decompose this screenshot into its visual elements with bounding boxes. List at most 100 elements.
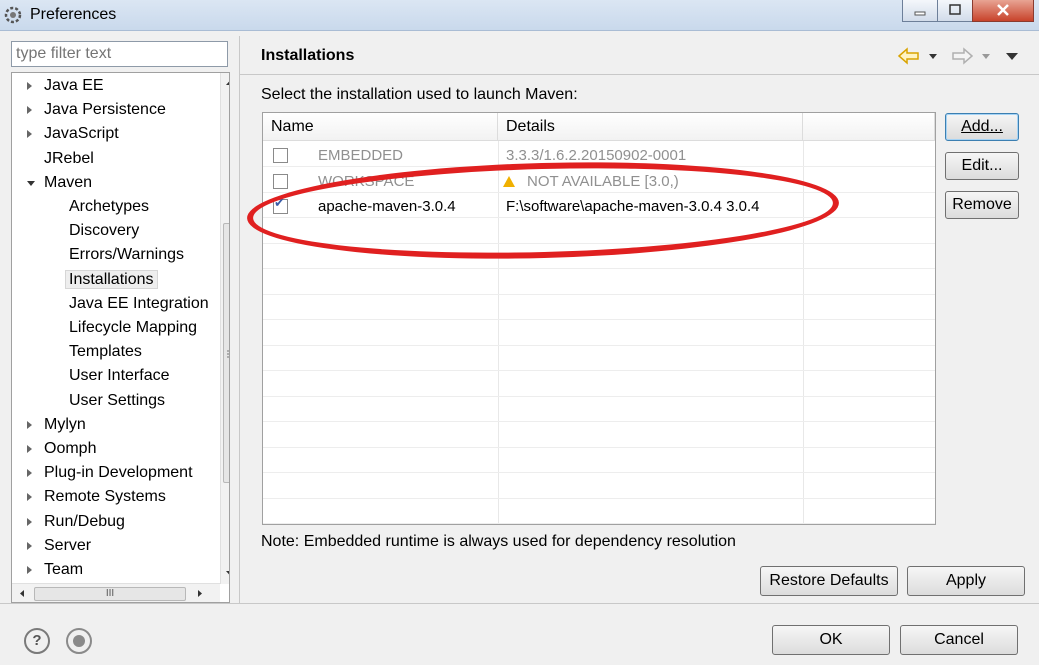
tree-vertical-scrollbar[interactable] <box>220 73 230 584</box>
tree-item-label: Java Persistence <box>44 101 166 119</box>
tree-item[interactable]: Maven <box>27 172 92 194</box>
remove-label: Remove <box>952 196 1012 213</box>
tree-horizontal-scrollbar[interactable]: III <box>12 583 220 602</box>
collapsed-arrow-icon[interactable] <box>27 493 32 502</box>
restore-defaults-label: Restore Defaults <box>769 572 889 589</box>
maximize-button[interactable] <box>937 0 973 22</box>
tree-item[interactable]: Run/Debug <box>27 511 125 533</box>
tree-item[interactable]: Java EE <box>27 75 104 97</box>
tree-item[interactable]: Archetypes <box>69 196 149 218</box>
page-title: Installations <box>261 47 355 64</box>
table-row[interactable]: WORKSPACE NOT AVAILABLE [3.0,) <box>263 169 935 194</box>
scroll-left-icon[interactable] <box>14 585 30 602</box>
collapsed-arrow-icon[interactable] <box>27 469 32 478</box>
tree-item[interactable]: Remote Systems <box>27 486 166 508</box>
collapsed-arrow-icon[interactable] <box>27 420 32 429</box>
back-arrow-icon[interactable] <box>897 46 921 66</box>
forward-arrow-icon[interactable] <box>950 46 974 66</box>
tree-vscroll-thumb[interactable] <box>223 223 229 483</box>
record-icon[interactable] <box>66 628 92 654</box>
tree-item[interactable]: Oomph <box>27 438 97 460</box>
expanded-arrow-icon[interactable] <box>27 180 35 186</box>
minimize-button[interactable] <box>902 0 938 22</box>
installation-checkbox[interactable] <box>273 173 288 189</box>
filter-input[interactable] <box>11 41 228 67</box>
tree-item-label: Templates <box>69 343 142 361</box>
installation-name: apache-maven-3.0.4 <box>318 198 456 215</box>
tree-hscroll-thumb[interactable]: III <box>34 587 186 601</box>
add-button[interactable]: Add... <box>945 113 1019 141</box>
forward-dropdown-icon[interactable] <box>980 46 992 66</box>
pane-divider[interactable] <box>239 36 240 603</box>
collapsed-arrow-icon[interactable] <box>27 106 32 115</box>
tree-item-label: Oomph <box>44 440 97 457</box>
ok-button[interactable]: OK <box>772 625 890 655</box>
installation-checkbox[interactable] <box>273 148 288 163</box>
row-gridline <box>263 395 935 397</box>
table-row[interactable]: EMBEDDED 3.3.3/1.6.2.20150902-0001 <box>263 143 935 168</box>
row-gridline <box>263 446 935 448</box>
row-gridline <box>263 344 935 346</box>
window-title: Preferences <box>30 6 117 23</box>
tree-item-label: Java EE <box>44 77 104 94</box>
help-icon[interactable]: ? <box>24 628 50 654</box>
collapsed-arrow-icon[interactable] <box>27 541 32 550</box>
tree-item-label: Installations <box>65 269 158 289</box>
installation-details: F:\software\apache-maven-3.0.4 3.0.4 <box>506 194 759 219</box>
column-header-details[interactable]: Details <box>498 113 803 141</box>
restore-defaults-button[interactable]: Restore Defaults <box>760 566 898 596</box>
tree-item-label: Java EE Integration <box>69 294 209 312</box>
minimize-icon <box>914 11 926 16</box>
scroll-up-icon[interactable] <box>221 75 230 91</box>
tree-item[interactable]: JavaScript <box>27 123 119 145</box>
tree-item[interactable]: Lifecycle Mapping <box>69 317 197 339</box>
tree-item[interactable]: Server <box>27 535 91 557</box>
tree-item[interactable]: Team <box>27 559 83 581</box>
table-row[interactable]: apache-maven-3.0.4 F:\software\apache-mav… <box>263 194 935 219</box>
add-label: Add... <box>961 118 1003 135</box>
back-dropdown-icon[interactable] <box>927 46 939 66</box>
column-header-filler <box>803 113 935 141</box>
installations-table: Name Details EMBEDDED 3.3.3/1.6.2.2015090… <box>262 112 936 525</box>
row-gridline <box>263 497 935 499</box>
tree-item[interactable]: Installations <box>65 269 158 291</box>
row-gridline <box>263 523 935 524</box>
warning-icon <box>503 175 515 187</box>
edit-button[interactable]: Edit... <box>945 152 1019 180</box>
embedded-note: Note: Embedded runtime is always used fo… <box>261 533 736 550</box>
row-gridline <box>263 472 935 473</box>
tree-item[interactable]: Plug-in Development <box>27 462 193 484</box>
grip-icon <box>227 350 229 358</box>
cancel-button[interactable]: Cancel <box>900 625 1018 655</box>
collapsed-arrow-icon[interactable] <box>27 82 32 90</box>
row-gridline <box>263 268 935 269</box>
collapsed-arrow-icon[interactable] <box>27 445 32 453</box>
ok-label: OK <box>819 631 843 648</box>
tree-item-label: Run/Debug <box>44 512 125 530</box>
close-window-button[interactable] <box>972 0 1034 22</box>
tree-item[interactable]: User Settings <box>69 390 165 412</box>
remove-button[interactable]: Remove <box>945 191 1019 219</box>
tree-item[interactable]: Java Persistence <box>27 99 166 121</box>
collapsed-arrow-icon[interactable] <box>27 517 32 526</box>
tree-item[interactable]: Discovery <box>69 220 139 242</box>
collapsed-arrow-icon[interactable] <box>27 130 32 139</box>
scroll-right-icon[interactable] <box>192 585 208 602</box>
tree-item[interactable]: Mylyn <box>27 414 86 436</box>
eclipse-app-icon <box>4 6 22 24</box>
collapsed-arrow-icon[interactable] <box>27 566 32 574</box>
installation-name: EMBEDDED <box>318 147 404 164</box>
close-icon <box>997 4 1009 16</box>
tree-item[interactable]: Java EE Integration <box>69 293 209 315</box>
column-header-name[interactable]: Name <box>263 113 498 141</box>
tree-item[interactable]: User Interface <box>69 365 169 387</box>
preference-tree: Java EE Java Persistence JavaScript JRebel M… <box>11 72 230 603</box>
tree-item[interactable]: JRebel <box>44 148 94 170</box>
installation-details-text: NOT AVAILABLE [3.0,) <box>527 172 679 190</box>
apply-button[interactable]: Apply <box>907 566 1025 596</box>
tree-item[interactable]: Errors/Warnings <box>69 244 184 266</box>
view-menu-icon[interactable] <box>1005 46 1019 66</box>
installation-checkbox[interactable] <box>273 195 288 214</box>
tree-item[interactable]: Templates <box>69 341 142 363</box>
scroll-down-icon[interactable] <box>221 565 230 581</box>
